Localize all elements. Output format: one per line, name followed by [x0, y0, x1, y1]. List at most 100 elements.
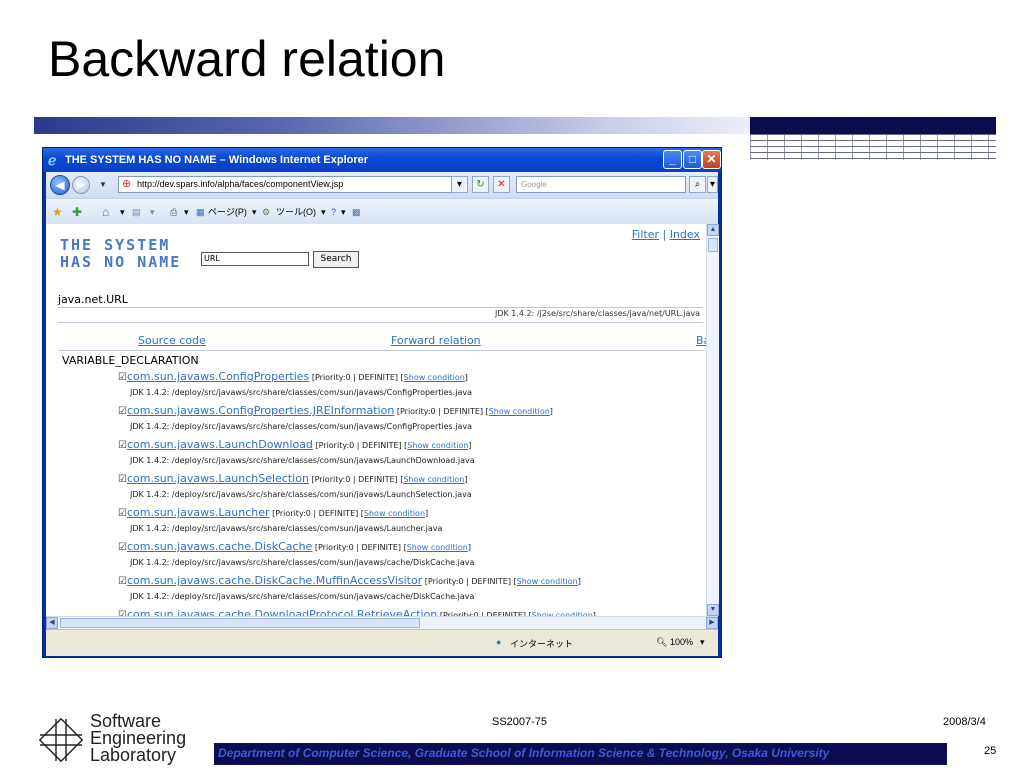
class-link[interactable]: com.sun.javaws.Launcher: [127, 506, 270, 519]
feeds-icon[interactable]: ▤: [132, 205, 141, 219]
footer-department: Department of Computer Science, Graduate…: [218, 746, 830, 760]
entry-header: ☑com.sun.javaws.ConfigProperties [Priori…: [118, 370, 468, 383]
browser-window: ℯ THE SYSTEM HAS NO NAME – Windows Inter…: [42, 147, 722, 658]
entry-header: ☑com.sun.javaws.ConfigProperties.JREInfo…: [118, 404, 553, 417]
vertical-scrollbar[interactable]: ▲ ▼: [706, 224, 719, 616]
search-field[interactable]: Google: [516, 176, 686, 193]
address-bar[interactable]: ⊕ http://dev.spars.info/alpha/faces/comp…: [118, 176, 466, 193]
show-condition-link[interactable]: Show condition: [403, 475, 464, 484]
title-underline-bar: [34, 117, 750, 134]
checkbox-icon[interactable]: ☑: [118, 406, 127, 417]
favorites-star-icon[interactable]: ★: [52, 205, 63, 219]
system-logo-line1: THE SYSTEM: [60, 236, 171, 254]
checkbox-icon[interactable]: ☑: [118, 474, 127, 485]
class-link[interactable]: com.sun.javaws.cache.DownloadProtocol.Re…: [127, 608, 437, 616]
show-condition-link[interactable]: Show condition: [404, 373, 465, 382]
entry-path: JDK 1.4.2: /deploy/src/javaws/src/share/…: [130, 388, 473, 397]
scroll-right-icon[interactable]: ▶: [706, 617, 718, 629]
index-link[interactable]: Index: [670, 228, 700, 241]
checkbox-icon[interactable]: ☑: [118, 542, 127, 553]
footer-date: 2008/3/4: [943, 716, 986, 728]
hscroll-thumb[interactable]: [60, 618, 420, 628]
class-link[interactable]: com.sun.javaws.ConfigProperties.JREInfor…: [127, 404, 394, 417]
status-zoom[interactable]: 100%: [670, 637, 693, 647]
add-favorites-icon[interactable]: ✚: [72, 205, 82, 219]
horizontal-scrollbar[interactable]: ◀ ▶: [46, 616, 718, 630]
class-link[interactable]: com.sun.javaws.ConfigProperties: [127, 370, 309, 383]
address-row: ◀ ▶ ▼ ⊕ http://dev.spars.info/alpha/face…: [46, 172, 718, 198]
search-go-button[interactable]: ⌕: [689, 176, 706, 193]
checkbox-icon[interactable]: ☑: [118, 440, 127, 451]
tab-forward-relation[interactable]: Forward relation: [391, 334, 481, 347]
entry-header: ☑com.sun.javaws.cache.DownloadProtocol.R…: [118, 608, 596, 616]
entry-meta-close: ]: [425, 509, 429, 518]
forward-button[interactable]: ▶: [72, 176, 90, 194]
tab-source-code[interactable]: Source code: [138, 334, 206, 347]
entry-meta: [Priority:0 | DEFINITE] [: [314, 543, 407, 552]
address-url: http://dev.spars.info/alpha/faces/compon…: [137, 179, 344, 189]
tools-menu[interactable]: ツール(O): [276, 205, 316, 219]
class-link[interactable]: com.sun.javaws.LaunchSelection: [127, 472, 309, 485]
search-button[interactable]: Search: [313, 251, 359, 268]
checkbox-icon[interactable]: ☑: [118, 508, 127, 519]
maximize-button[interactable]: □: [683, 150, 702, 169]
scroll-thumb[interactable]: [708, 238, 718, 252]
help-dropdown-icon[interactable]: ▾: [341, 205, 346, 219]
entry-meta-close: ]: [467, 543, 471, 552]
home-icon[interactable]: ⌂: [102, 205, 109, 219]
refresh-button[interactable]: ↻: [472, 176, 489, 193]
system-logo: THE SYSTEM HAS NO NAME: [60, 237, 181, 271]
tools-gear-icon[interactable]: ⚙: [262, 205, 270, 219]
class-link[interactable]: com.sun.javaws.LaunchDownload: [127, 438, 313, 451]
class-link[interactable]: com.sun.javaws.cache.DiskCache: [127, 540, 312, 553]
relation-tabs: Source code Forward relation Ba: [46, 334, 706, 348]
stop-button[interactable]: ✕: [493, 176, 510, 193]
back-button[interactable]: ◀: [50, 175, 70, 195]
divider: [58, 307, 703, 308]
page-dropdown-icon[interactable]: ▾: [252, 205, 257, 219]
filter-link[interactable]: Filter: [632, 228, 659, 241]
entry-meta: [Priority:0 | DEFINITE] [: [311, 373, 404, 382]
checkbox-icon[interactable]: ☑: [118, 372, 127, 383]
top-links: Filter | Index: [631, 228, 700, 241]
show-condition-link[interactable]: Show condition: [407, 441, 468, 450]
help-icon[interactable]: ?: [331, 205, 336, 219]
page-menu[interactable]: ページ(P): [208, 205, 247, 219]
show-condition-link[interactable]: Show condition: [517, 577, 578, 586]
minimize-button[interactable]: _: [663, 150, 682, 169]
address-dropdown-button[interactable]: ▾: [451, 176, 468, 193]
show-condition-link[interactable]: Show condition: [489, 407, 550, 416]
history-dropdown-icon[interactable]: ▼: [99, 180, 107, 189]
class-link[interactable]: com.sun.javaws.cache.DiskCache.MuffinAcc…: [127, 574, 422, 587]
lab-logo-text: Software Engineering Laboratory: [90, 712, 186, 765]
tab-backward-relation[interactable]: Ba: [696, 334, 706, 347]
scroll-up-icon[interactable]: ▲: [707, 224, 719, 236]
tools-dropdown-icon[interactable]: ▾: [321, 205, 326, 219]
research-icon[interactable]: ▩: [352, 205, 361, 219]
page-icon-small[interactable]: ▦: [196, 205, 205, 219]
status-zone: インターネット: [510, 639, 574, 649]
scroll-down-icon[interactable]: ▼: [707, 604, 719, 616]
show-condition-link[interactable]: Show condition: [407, 543, 468, 552]
print-dropdown-icon[interactable]: ▾: [184, 205, 189, 219]
title-underline-dark-bar: [750, 117, 996, 134]
close-button[interactable]: ✕: [702, 150, 721, 169]
zoom-dropdown-icon[interactable]: ▾: [700, 637, 705, 648]
search-input[interactable]: URL: [201, 252, 309, 266]
lab-logo-line: Laboratory: [90, 745, 177, 765]
entry-header: ☑com.sun.javaws.cache.DiskCache [Priorit…: [118, 540, 471, 553]
search-options-button[interactable]: ▾: [707, 176, 718, 193]
class-path: JDK 1.4.2: /j2se/src/share/classes/java/…: [494, 309, 700, 318]
print-icon[interactable]: ⎙: [170, 205, 177, 219]
relation-list: ☑com.sun.javaws.ConfigProperties [Priori…: [46, 370, 706, 616]
show-condition-link[interactable]: Show condition: [364, 509, 425, 518]
ie-logo-icon: ℯ: [48, 152, 57, 168]
feeds-dropdown-icon[interactable]: ▾: [150, 205, 155, 219]
entry-meta: [Priority:0 | DEFINITE] [: [424, 577, 517, 586]
page-content: THE SYSTEM HAS NO NAME URL Search Filter…: [46, 224, 706, 616]
checkbox-icon[interactable]: ☑: [118, 576, 127, 587]
entry-meta-close: ]: [464, 373, 468, 382]
zoom-icon[interactable]: 🔍︎: [656, 637, 667, 648]
home-dropdown-icon[interactable]: ▾: [120, 205, 125, 219]
scroll-left-icon[interactable]: ◀: [46, 617, 58, 629]
